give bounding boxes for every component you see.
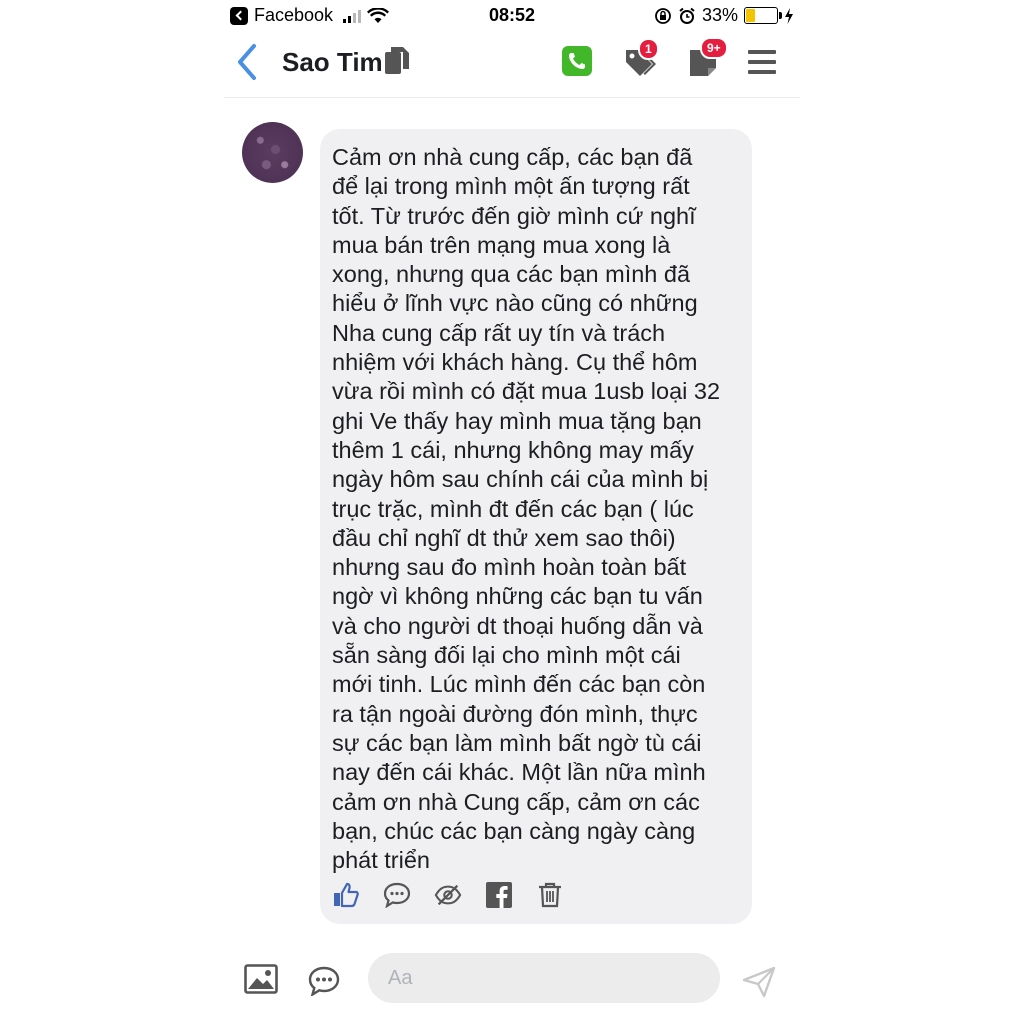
like-icon — [334, 882, 359, 908]
trash-icon — [539, 882, 561, 908]
message-line: xong, nhưng qua các bạn mình đã — [332, 261, 691, 288]
charging-bolt-icon — [785, 7, 793, 24]
alarm-icon — [679, 7, 695, 24]
message-line: ngày hôm sau chính cái của mình bị — [332, 466, 709, 493]
message-line: và cho người dt thoại huống dẫn và — [332, 612, 703, 639]
copy-icon[interactable] — [384, 46, 410, 76]
message-line: trục trặc, mình đt đến các bạn ( lúc — [332, 495, 694, 522]
status-right: 33% — [654, 5, 794, 26]
message-line: ngờ vì không những các bạn tu vấn — [332, 583, 703, 610]
composer — [224, 952, 800, 1008]
tags-button[interactable]: 1 — [624, 38, 659, 78]
conversation-title[interactable]: Sao Tim — [282, 47, 383, 78]
message-line: bạn, chúc các bạn càng ngày càng — [332, 817, 696, 844]
message-line: cảm ơn nhà Cung cấp, cảm ơn các — [332, 788, 700, 815]
message-line: đầu chỉ nghĩ dt thử xem sao thôi) — [332, 524, 676, 551]
message-actions — [332, 881, 587, 909]
back-chevron-icon[interactable] — [232, 42, 262, 82]
battery-icon — [744, 7, 782, 24]
message-line: phát triển — [332, 847, 430, 874]
message-line: hiểu ở lĩnh vực nào cũng có những — [332, 290, 698, 317]
message-line: nhiệm với khách hàng. Cụ thể hôm — [332, 349, 698, 376]
notes-button[interactable]: 9+ — [688, 37, 728, 78]
message-bubble[interactable]: Cảm ơn nhà cung cấp, các bạn đã để lại tr… — [320, 129, 752, 924]
message-line: mua bán trên mạng mua xong là — [332, 231, 671, 258]
comment-icon — [383, 882, 411, 908]
send-icon[interactable] — [742, 966, 776, 998]
message-line: nay đến cái khác. Một lần nữa mình — [332, 759, 706, 786]
image-icon[interactable] — [244, 964, 278, 994]
message-line: tốt. Từ trước đến giờ mình cứ nghĩ — [332, 202, 696, 229]
message-line: sự các bạn làm mình bất ngờ tù cái — [332, 729, 702, 756]
battery-percent: 33% — [701, 5, 738, 25]
comment-button[interactable] — [383, 881, 411, 909]
message-line: ra tận ngoài đường đón mình, thực — [332, 700, 698, 727]
hide-icon — [434, 884, 462, 906]
message-line: để lại trong mình một ấn tượng rất — [332, 173, 690, 200]
header-divider — [224, 97, 800, 98]
menu-icon[interactable] — [748, 50, 776, 74]
facebook-icon — [486, 882, 512, 908]
status-bar: Facebook 08:52 33% — [224, 0, 800, 32]
message-line: sẵn sàng đối lại cho mình một cái — [332, 642, 681, 669]
message-line: mới tinh. Lúc mình đến các bạn còn — [332, 671, 706, 698]
orientation-lock-icon — [655, 7, 671, 24]
message-text: Cảm ơn nhà cung cấp, các bạn đã để lại tr… — [332, 143, 744, 875]
avatar[interactable] — [242, 122, 303, 183]
message-line: ghi Ve thấy hay mình mua tặng bạn — [332, 407, 702, 434]
chat-bubble-icon[interactable] — [308, 966, 340, 996]
hide-button[interactable] — [434, 881, 462, 909]
message-input[interactable] — [368, 953, 720, 1003]
message-line: thêm 1 cái, nhưng không may mấy — [332, 436, 694, 463]
message-badge: 9+ — [700, 37, 728, 59]
like-button[interactable] — [332, 881, 360, 909]
message-line: Nha cung cấp rất uy tín và trách — [332, 319, 666, 346]
message-line: nhưng sau đo mình hoàn toàn bất — [332, 554, 687, 581]
phone-icon[interactable] — [562, 46, 592, 76]
delete-button[interactable] — [536, 881, 564, 909]
conversation-header: Sao Tim 1 9+ — [224, 32, 800, 96]
message-line: vừa rồi mình có đặt mua 1usb loại 32 — [332, 378, 721, 405]
message-line: Cảm ơn nhà cung cấp, các bạn đã — [332, 144, 693, 170]
notification-badge: 1 — [638, 38, 659, 60]
facebook-share-button[interactable] — [485, 881, 513, 909]
